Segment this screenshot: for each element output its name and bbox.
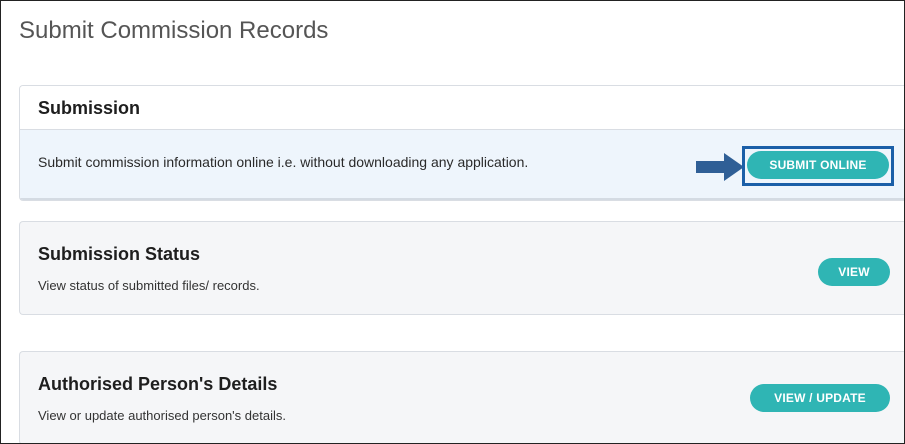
submission-status-card: Submission Status View status of submitt… bbox=[19, 221, 904, 315]
submission-status-description: View status of submitted files/ records. bbox=[38, 278, 260, 293]
submit-online-button[interactable]: SUBMIT ONLINE bbox=[747, 151, 889, 179]
view-status-button[interactable]: VIEW bbox=[818, 258, 890, 286]
submission-status-title: Submission Status bbox=[38, 244, 201, 264]
submission-description: Submit commission information online i.e… bbox=[38, 154, 529, 170]
page-title: Submit Commission Records bbox=[19, 17, 329, 44]
authorised-person-card: Authorised Person's Details View or upda… bbox=[19, 351, 904, 443]
view-update-button[interactable]: VIEW / UPDATE bbox=[750, 384, 890, 412]
submission-heading: Submission bbox=[38, 98, 141, 118]
submission-card-body: Submit commission information online i.e… bbox=[20, 130, 904, 200]
submission-card: Submission Submit commission information… bbox=[19, 85, 904, 201]
page-frame: Submit Commission Records Submission Sub… bbox=[0, 0, 905, 444]
submission-card-header: Submission bbox=[20, 86, 904, 130]
arrow-right-icon bbox=[696, 153, 744, 181]
authorised-person-title: Authorised Person's Details bbox=[38, 374, 278, 394]
authorised-person-description: View or update authorised person's detai… bbox=[38, 408, 286, 423]
